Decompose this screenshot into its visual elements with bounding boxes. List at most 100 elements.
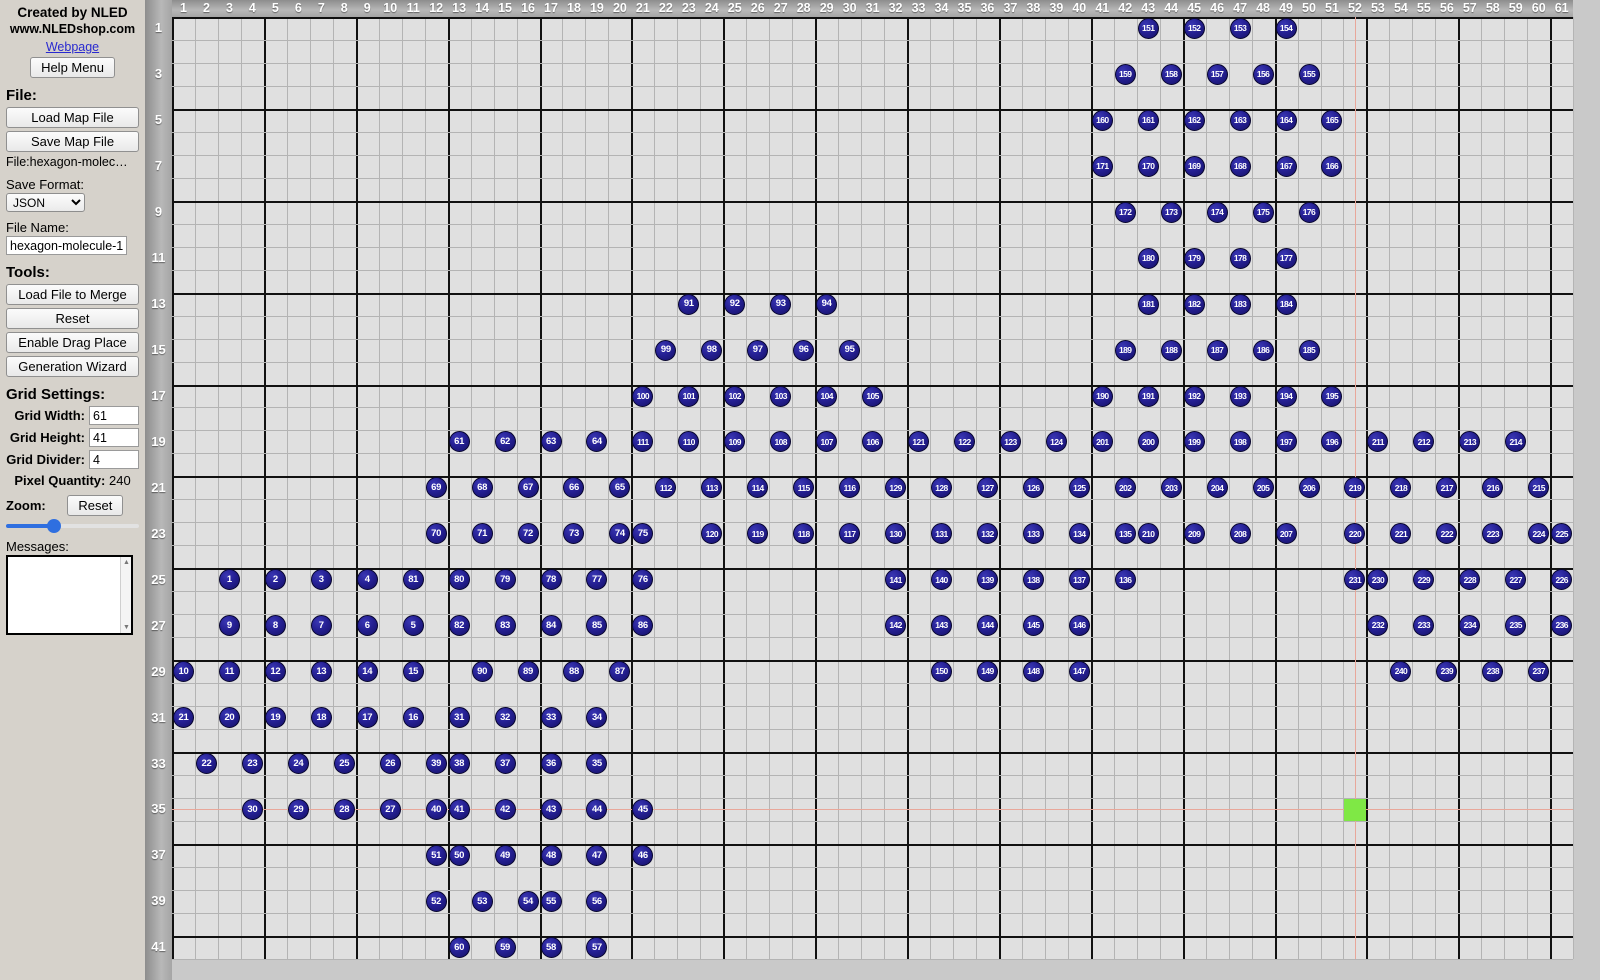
led-pixel[interactable]: 38 [448,753,470,775]
led-pixel[interactable]: 88 [563,661,585,683]
led-pixel[interactable]: 215 [1528,477,1550,499]
led-pixel[interactable]: 153 [1229,17,1251,39]
led-pixel[interactable]: 37 [494,753,516,775]
led-pixel[interactable]: 4 [356,569,378,591]
grid-width-input[interactable] [89,406,139,425]
led-pixel[interactable]: 116 [839,477,861,499]
led-pixel[interactable]: 96 [793,339,815,361]
led-pixel[interactable]: 166 [1321,155,1343,177]
led-pixel[interactable]: 169 [1183,155,1205,177]
zoom-slider[interactable] [6,519,139,533]
led-pixel[interactable]: 154 [1275,17,1297,39]
load-file-to-merge-button[interactable]: Load File to Merge [6,284,139,305]
led-pixel[interactable]: 235 [1505,615,1527,637]
led-pixel[interactable]: 167 [1275,155,1297,177]
help-menu-button[interactable]: Help Menu [30,57,115,78]
led-pixel[interactable]: 60 [448,936,470,958]
led-pixel[interactable]: 201 [1091,431,1113,453]
led-pixel[interactable]: 62 [494,431,516,453]
led-pixel[interactable]: 210 [1137,523,1159,545]
led-pixel[interactable]: 83 [494,615,516,637]
webpage-link[interactable]: Webpage [6,38,139,56]
led-pixel[interactable]: 104 [816,385,838,407]
led-pixel[interactable]: 123 [999,431,1021,453]
led-pixel[interactable]: 100 [632,385,654,407]
led-pixel[interactable]: 102 [724,385,746,407]
led-pixel[interactable]: 168 [1229,155,1251,177]
led-pixel[interactable]: 191 [1137,385,1159,407]
led-pixel[interactable]: 158 [1160,63,1182,85]
led-pixel[interactable]: 193 [1229,385,1251,407]
led-pixel[interactable]: 40 [425,798,447,820]
led-pixel[interactable]: 172 [1114,201,1136,223]
led-pixel[interactable]: 27 [379,798,401,820]
led-pixel[interactable]: 139 [976,569,998,591]
led-pixel[interactable]: 120 [701,523,723,545]
led-pixel[interactable]: 238 [1482,661,1504,683]
led-pixel[interactable]: 156 [1252,63,1274,85]
led-pixel[interactable]: 43 [540,798,562,820]
led-pixel[interactable]: 84 [540,615,562,637]
led-pixel[interactable]: 140 [930,569,952,591]
led-pixel[interactable]: 148 [1022,661,1044,683]
led-pixel[interactable]: 186 [1252,339,1274,361]
led-pixel[interactable]: 237 [1528,661,1550,683]
grid-cursor-cell[interactable] [1344,799,1366,821]
led-pixel[interactable]: 131 [930,523,952,545]
led-pixel[interactable]: 180 [1137,247,1159,269]
led-pixel[interactable]: 137 [1068,569,1090,591]
led-pixel[interactable]: 177 [1275,247,1297,269]
led-pixel[interactable]: 149 [976,661,998,683]
led-pixel[interactable]: 135 [1114,523,1136,545]
enable-drag-place-button[interactable]: Enable Drag Place [6,332,139,353]
led-pixel[interactable]: 94 [816,293,838,315]
led-pixel[interactable]: 198 [1229,431,1251,453]
led-pixel[interactable]: 197 [1275,431,1297,453]
led-pixel[interactable]: 97 [747,339,769,361]
led-pixel[interactable]: 147 [1068,661,1090,683]
led-pixel[interactable]: 99 [655,339,677,361]
save-format-select[interactable]: JSONCSVTXTBIN [6,193,85,212]
led-pixel[interactable]: 181 [1137,293,1159,315]
led-pixel[interactable]: 24 [287,753,309,775]
generation-wizard-button[interactable]: Generation Wizard [6,356,139,377]
led-pixel[interactable]: 58 [540,936,562,958]
led-pixel[interactable]: 217 [1436,477,1458,499]
led-pixel[interactable]: 117 [839,523,861,545]
led-pixel[interactable]: 227 [1505,569,1527,591]
led-pixel[interactable]: 185 [1298,339,1320,361]
led-pixel[interactable]: 82 [448,615,470,637]
grid-height-input[interactable] [89,428,139,447]
led-pixel[interactable]: 11 [218,661,240,683]
led-pixel[interactable]: 70 [425,523,447,545]
led-pixel[interactable]: 192 [1183,385,1205,407]
led-pixel[interactable]: 134 [1068,523,1090,545]
led-pixel[interactable]: 152 [1183,17,1205,39]
scroll-up-icon[interactable]: ▲ [122,558,131,567]
led-pixel[interactable]: 13 [310,661,332,683]
led-pixel[interactable]: 80 [448,569,470,591]
led-pixel[interactable]: 171 [1091,155,1113,177]
led-pixel[interactable]: 234 [1459,615,1481,637]
led-pixel[interactable]: 214 [1505,431,1527,453]
led-pixel[interactable]: 151 [1137,17,1159,39]
led-pixel[interactable]: 225 [1551,523,1573,545]
led-pixel[interactable]: 57 [586,936,608,958]
led-pixel[interactable]: 219 [1344,477,1366,499]
led-pixel[interactable]: 115 [793,477,815,499]
grid-area[interactable]: 1 2 3 4 5 6 7 8 9 10 11 12 13 14 15 16 17 18 19 20 21 22 23 24 2… [145,0,1600,980]
save-map-file-button[interactable]: Save Map File [6,131,139,152]
led-pixel[interactable]: 55 [540,890,562,912]
led-pixel[interactable]: 111 [632,431,654,453]
led-pixel[interactable]: 72 [517,523,539,545]
led-pixel[interactable]: 126 [1022,477,1044,499]
led-pixel[interactable]: 66 [563,477,585,499]
messages-textarea[interactable]: ▲ ▼ [6,555,133,635]
led-pixel[interactable]: 199 [1183,431,1205,453]
grid-divider-input[interactable] [89,450,139,469]
led-pixel[interactable]: 164 [1275,109,1297,131]
led-pixel[interactable]: 118 [793,523,815,545]
led-pixel[interactable]: 146 [1068,615,1090,637]
led-pixel[interactable]: 47 [586,844,608,866]
led-pixel[interactable]: 52 [425,890,447,912]
